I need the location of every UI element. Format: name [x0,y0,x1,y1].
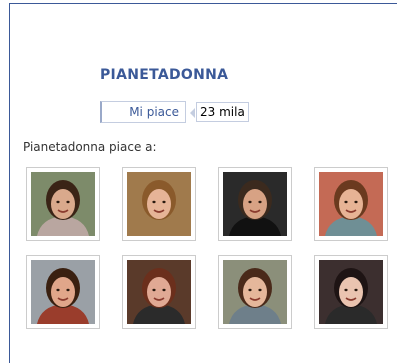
avatar-photo [223,260,287,324]
avatar-photo [127,260,191,324]
like-count-arrow [190,108,195,118]
like-button[interactable]: Mi piace [100,101,186,123]
fan-avatar[interactable] [314,255,388,329]
fan-avatar[interactable] [26,255,100,329]
fans-label: Pianetadonna piace a: [23,140,157,154]
fan-avatar[interactable] [218,167,292,241]
avatar-photo [223,172,287,236]
like-count: 23 mila [196,102,249,122]
like-button-label: Mi piace [129,105,179,119]
avatar-photo [31,172,95,236]
fan-avatar[interactable] [122,167,196,241]
page-name-link[interactable]: PIANETADONNA [100,67,228,83]
avatar-photo [319,172,383,236]
fan-avatar[interactable] [314,167,388,241]
fans-grid [26,167,388,329]
fan-avatar[interactable] [122,255,196,329]
fan-avatar[interactable] [218,255,292,329]
avatar-photo [127,172,191,236]
avatar-photo [31,260,95,324]
fan-avatar[interactable] [26,167,100,241]
avatar-photo [319,260,383,324]
